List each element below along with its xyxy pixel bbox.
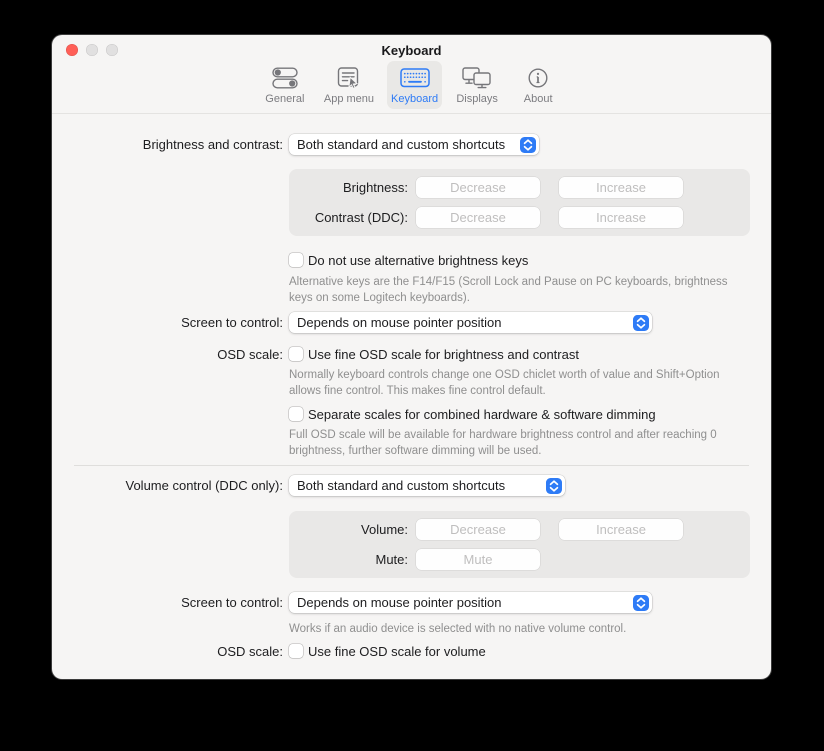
separate-scales-row: Separate scales for combined hardware & … [52, 406, 771, 422]
osd-scale-row: OSD scale: Use fine OSD scale for bright… [52, 346, 771, 362]
volume-buttons-group: Volume: Decrease Increase Mute: Mute [289, 511, 750, 578]
alt-keys-help: Alternative keys are the F14/F15 (Scroll… [289, 275, 728, 306]
help-line: Alternative keys are the F14/F15 (Scroll… [289, 275, 728, 291]
tab-label: Keyboard [391, 93, 438, 105]
window-title: Keyboard [52, 43, 771, 58]
contrast-row: Contrast (DDC): Decrease Increase [289, 207, 750, 228]
alt-keys-row: Do not use alternative brightness keys [52, 252, 771, 268]
help-line: Full OSD scale will be available for har… [289, 428, 717, 444]
volume-screen-help: Works if an audio device is selected wit… [289, 622, 626, 638]
field-label: OSD scale: [52, 644, 283, 659]
help-line: brightness, further software dimming wil… [289, 444, 717, 460]
brightness-row: Brightness: Decrease Increase [289, 177, 750, 198]
mute-row: Mute: Mute [289, 549, 750, 570]
switches-icon [272, 64, 298, 92]
alt-keys-checkbox[interactable] [289, 253, 303, 267]
chevron-up-down-icon [520, 137, 536, 153]
volume-increase-button[interactable]: Increase [559, 519, 683, 540]
field-label: Brightness and contrast: [52, 137, 283, 152]
tab-label: About [524, 93, 553, 105]
checkbox-label: Use fine OSD scale for brightness and co… [308, 347, 579, 362]
field-label: OSD scale: [52, 347, 283, 362]
help-line: allows fine control. This makes fine con… [289, 384, 720, 400]
preferences-window: Keyboard General [52, 35, 771, 679]
tab-app-menu[interactable]: App menu [320, 61, 378, 109]
separate-scales-help: Full OSD scale will be available for har… [289, 428, 717, 459]
field-label: Screen to control: [52, 595, 283, 610]
info-circle-icon [527, 64, 549, 92]
brightness-buttons-group: Brightness: Decrease Increase Contrast (… [289, 169, 750, 236]
preferences-toolbar: General App menu [52, 61, 771, 113]
volume-osd-row: OSD scale: Use fine OSD scale for volume [52, 643, 771, 659]
popup-value: Both standard and custom shortcuts [297, 137, 505, 152]
brightness-decrease-button[interactable]: Decrease [416, 177, 540, 198]
field-label: Volume control (DDC only): [52, 478, 283, 493]
tab-label: General [265, 93, 304, 105]
help-line: keys on some Logitech keyboards). [289, 291, 728, 307]
brightness-shortcuts-select[interactable]: Both standard and custom shortcuts [289, 134, 539, 155]
tab-about[interactable]: About [512, 61, 564, 109]
tab-general[interactable]: General [259, 61, 311, 109]
popup-value: Depends on mouse pointer position [297, 315, 502, 330]
checkbox-label: Use fine OSD scale for volume [308, 644, 486, 659]
row-label: Contrast (DDC): [289, 210, 408, 225]
volume-screen-select[interactable]: Depends on mouse pointer position [289, 592, 652, 613]
displays-icon [462, 64, 492, 92]
chevron-up-down-icon [633, 595, 649, 611]
screen-to-control-row: Screen to control: Depends on mouse poin… [52, 312, 771, 333]
fine-osd-checkbox[interactable] [289, 347, 303, 361]
popup-value: Both standard and custom shortcuts [297, 478, 505, 493]
menu-cursor-icon [336, 64, 361, 92]
row-label: Mute: [289, 552, 408, 567]
tab-keyboard[interactable]: Keyboard [387, 61, 442, 109]
volume-shortcuts-row: Volume control (DDC only): Both standard… [52, 475, 771, 496]
field-label: Screen to control: [52, 315, 283, 330]
volume-screen-row: Screen to control: Depends on mouse poin… [52, 592, 771, 613]
toolbar-divider [52, 113, 771, 114]
fine-osd-volume-checkbox[interactable] [289, 644, 303, 658]
keyboard-icon [400, 64, 430, 92]
fine-osd-help: Normally keyboard controls change one OS… [289, 368, 720, 399]
mute-button[interactable]: Mute [416, 549, 540, 570]
separate-scales-checkbox[interactable] [289, 407, 303, 421]
contrast-decrease-button[interactable]: Decrease [416, 207, 540, 228]
checkbox-label: Separate scales for combined hardware & … [308, 407, 656, 422]
chevron-up-down-icon [546, 478, 562, 494]
tab-label: Displays [456, 93, 498, 105]
row-label: Brightness: [289, 180, 408, 195]
help-line: Works if an audio device is selected wit… [289, 622, 626, 638]
popup-value: Depends on mouse pointer position [297, 595, 502, 610]
volume-shortcuts-select[interactable]: Both standard and custom shortcuts [289, 475, 565, 496]
screen-to-control-select[interactable]: Depends on mouse pointer position [289, 312, 652, 333]
tab-label: App menu [324, 93, 374, 105]
volume-decrease-button[interactable]: Decrease [416, 519, 540, 540]
section-divider [74, 465, 749, 466]
chevron-up-down-icon [633, 315, 649, 331]
brightness-increase-button[interactable]: Increase [559, 177, 683, 198]
volume-row: Volume: Decrease Increase [289, 519, 750, 540]
checkbox-label: Do not use alternative brightness keys [308, 253, 528, 268]
contrast-increase-button[interactable]: Increase [559, 207, 683, 228]
desktop-background: Keyboard General [0, 0, 824, 751]
tab-displays[interactable]: Displays [451, 61, 503, 109]
help-line: Normally keyboard controls change one OS… [289, 368, 720, 384]
brightness-shortcuts-row: Brightness and contrast: Both standard a… [52, 134, 771, 155]
row-label: Volume: [289, 522, 408, 537]
